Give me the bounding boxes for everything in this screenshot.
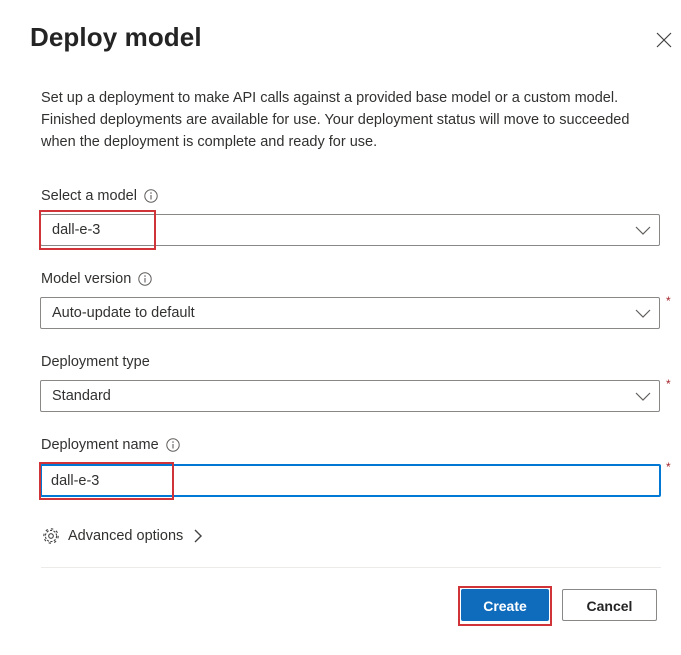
model-version-label-text: Model version xyxy=(41,271,132,287)
deployment-type-label: Deployment type xyxy=(41,354,150,370)
chevron-down-icon xyxy=(635,392,651,401)
close-icon[interactable] xyxy=(654,30,674,50)
info-icon[interactable] xyxy=(144,189,158,203)
deployment-type-label-text: Deployment type xyxy=(41,354,150,370)
required-marker: * xyxy=(666,460,671,474)
deployment-name-label-text: Deployment name xyxy=(41,437,159,453)
gear-icon xyxy=(43,528,59,544)
model-label: Select a model xyxy=(41,188,158,204)
chevron-down-icon xyxy=(635,226,651,235)
model-select[interactable]: dall-e-3 xyxy=(40,214,660,246)
advanced-options-toggle[interactable]: Advanced options xyxy=(41,525,204,547)
deployment-type-value: Standard xyxy=(52,388,111,404)
model-version-label: Model version xyxy=(41,271,152,287)
deployment-name-input[interactable] xyxy=(40,464,661,497)
dialog-title: Deploy model xyxy=(30,22,202,52)
chevron-down-icon xyxy=(635,309,651,318)
model-label-text: Select a model xyxy=(41,188,137,204)
info-icon[interactable] xyxy=(165,438,180,452)
chevron-right-icon xyxy=(194,529,203,543)
deployment-name-label: Deployment name xyxy=(41,437,180,453)
model-select-value: dall-e-3 xyxy=(52,222,101,238)
model-version-value: Auto-update to default xyxy=(52,305,195,321)
dialog-description: Set up a deployment to make API calls ag… xyxy=(41,90,630,150)
deployment-type-select[interactable]: Standard xyxy=(40,380,660,412)
model-version-select[interactable]: Auto-update to default xyxy=(40,297,660,329)
footer-divider xyxy=(41,567,661,568)
cancel-button[interactable]: Cancel xyxy=(562,589,657,621)
create-button[interactable]: Create xyxy=(461,589,549,621)
required-marker: * xyxy=(666,377,671,391)
advanced-options-label: Advanced options xyxy=(68,528,184,544)
required-marker: * xyxy=(666,294,671,308)
info-icon[interactable] xyxy=(138,272,152,286)
